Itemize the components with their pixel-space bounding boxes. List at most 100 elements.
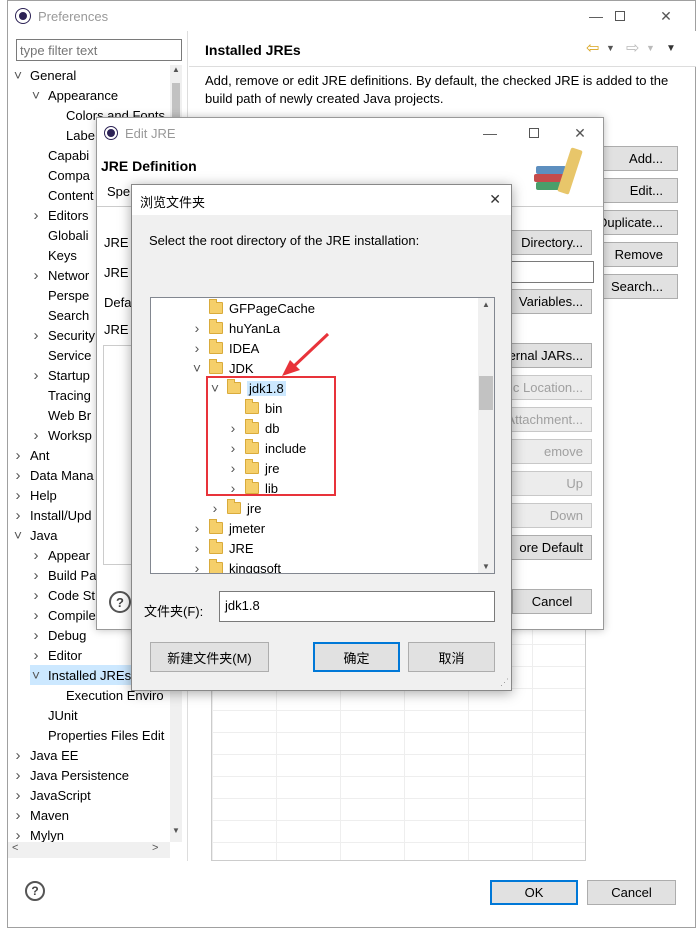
pref-tree-item[interactable]: › Build Pa [30, 565, 97, 585]
folder-tree-item[interactable]: › jre [209, 498, 261, 518]
scroll-up-icon[interactable]: ▲ [478, 300, 494, 309]
pref-tree-item[interactable]: › Ant [12, 445, 50, 465]
pref-tree-item[interactable]: ˅ Appearance [30, 85, 118, 105]
back-menu-icon[interactable]: ▼ [606, 43, 615, 53]
pref-tree-item[interactable]: Service [30, 345, 91, 365]
chevron-right-icon[interactable]: › [30, 367, 42, 384]
pref-tree-item[interactable]: › Maven [12, 805, 70, 825]
pref-tree-item[interactable]: › Code St [30, 585, 95, 605]
chevron-right-icon[interactable]: › [12, 467, 24, 484]
pref-tree-item[interactable]: › Help [12, 485, 57, 505]
chevron-down-icon[interactable]: ˅ [12, 527, 24, 543]
chevron-down-icon[interactable]: ˅ [30, 87, 42, 103]
pref-tree-item[interactable]: ˅ Installed JREs [30, 665, 136, 685]
pref-tree-item[interactable]: Web Br [30, 405, 91, 425]
back-arrow-icon[interactable]: ⇦ [586, 38, 599, 58]
tree-hscrollbar[interactable]: < > [8, 842, 170, 858]
maximize-icon[interactable] [597, 1, 643, 31]
browse-ok-button[interactable]: 确定 [313, 642, 400, 672]
chevron-right-icon[interactable]: › [191, 320, 203, 336]
pref-tree-item[interactable]: › Security [30, 325, 95, 345]
folder-tree-item[interactable]: › IDEA [191, 338, 259, 358]
chevron-right-icon[interactable]: › [30, 427, 42, 444]
chevron-right-icon[interactable]: › [191, 520, 203, 536]
pref-tree-item[interactable]: › Editors [30, 205, 89, 225]
chevron-right-icon[interactable]: › [30, 327, 42, 344]
scroll-thumb[interactable] [479, 376, 493, 410]
pref-tree-item[interactable]: JUnit [30, 705, 78, 725]
chevron-right-icon[interactable]: › [30, 647, 42, 664]
pref-tree-item[interactable]: Labe [48, 125, 95, 145]
pref-tree-item[interactable]: › Appear [30, 545, 90, 565]
browse-cancel-button[interactable]: 取消 [408, 642, 495, 672]
forward-menu-icon[interactable]: ▼ [646, 43, 655, 53]
folder-tree-item[interactable]: GFPageCache [191, 298, 315, 318]
chevron-right-icon[interactable]: › [30, 567, 42, 584]
scroll-down-icon[interactable]: ▼ [478, 562, 494, 571]
pref-tree-item[interactable]: ˅ Java [12, 525, 58, 545]
folder-tree-item[interactable]: › JRE [191, 538, 254, 558]
pref-tree-item[interactable]: › Worksp [30, 425, 92, 445]
pref-tree-item[interactable]: Capabi [30, 145, 89, 165]
chevron-right-icon[interactable]: › [30, 587, 42, 604]
pref-tree-item[interactable]: ˅ General [12, 65, 76, 85]
pref-tree-item[interactable]: › Editor [30, 645, 82, 665]
new-folder-button[interactable]: 新建文件夹(M) [150, 642, 269, 672]
chevron-down-icon[interactable]: ˅ [12, 67, 24, 83]
pref-tree-item[interactable]: Keys [30, 245, 77, 265]
minimize-icon[interactable]: — [467, 118, 513, 148]
chevron-right-icon[interactable]: › [12, 807, 24, 824]
chevron-right-icon[interactable]: › [12, 827, 24, 844]
help-icon[interactable]: ? [109, 591, 131, 613]
folder-tree-item[interactable]: › jmeter [191, 518, 265, 538]
pref-tree-item[interactable]: › Install/Upd [12, 505, 92, 525]
cancel-button[interactable]: Cancel [587, 880, 676, 905]
chevron-right-icon[interactable]: › [30, 267, 42, 284]
pref-tree-item[interactable]: Globali [30, 225, 88, 245]
chevron-right-icon[interactable]: › [30, 207, 42, 224]
chevron-right-icon[interactable]: › [12, 767, 24, 784]
ok-button[interactable]: OK [490, 880, 578, 905]
edit-jre-cancel-button[interactable]: Cancel [512, 589, 592, 614]
chevron-right-icon[interactable]: › [12, 747, 24, 764]
chevron-right-icon[interactable]: › [209, 500, 221, 516]
pref-tree-item[interactable]: Compa [30, 165, 90, 185]
pref-tree-item[interactable]: Search [30, 305, 89, 325]
pref-tree-item[interactable]: Properties Files Edit [30, 725, 164, 745]
chevron-right-icon[interactable]: › [30, 607, 42, 624]
chevron-down-icon[interactable]: ˅ [191, 360, 203, 376]
scroll-up-icon[interactable]: ▲ [170, 65, 182, 81]
folder-tree-item[interactable]: › huYanLa [191, 318, 280, 338]
pref-tree-item[interactable]: › Debug [30, 625, 87, 645]
help-icon[interactable]: ? [25, 881, 45, 901]
pref-tree-item[interactable]: Perspe [30, 285, 89, 305]
close-icon[interactable]: ✕ [643, 1, 689, 31]
resize-grip-icon[interactable]: ⋰ [500, 677, 509, 688]
folder-tree-item[interactable]: ˅ JDK [191, 358, 254, 378]
chevron-right-icon[interactable]: › [12, 487, 24, 504]
pref-tree-item[interactable]: › Startup [30, 365, 90, 385]
close-icon[interactable]: ✕ [489, 191, 501, 208]
folder-tree-scrollbar[interactable]: ▲ ▼ [478, 298, 494, 573]
scroll-down-icon[interactable]: ▼ [170, 826, 182, 842]
chevron-right-icon[interactable]: › [12, 507, 24, 524]
pref-tree-item[interactable]: › Networ [30, 265, 90, 285]
pref-tree-item[interactable]: › Compile [30, 605, 96, 625]
pref-tree-item[interactable]: Tracing [30, 385, 91, 405]
pref-tree-item[interactable]: › Data Mana [12, 465, 94, 485]
filter-input[interactable] [16, 39, 182, 61]
view-menu-icon[interactable]: ▼ [666, 43, 676, 54]
forward-arrow-icon[interactable]: ⇨ [626, 38, 639, 58]
name-field[interactable] [511, 261, 594, 283]
chevron-right-icon[interactable]: › [12, 787, 24, 804]
pref-tree-item[interactable]: › JavaScript [12, 785, 91, 805]
chevron-right-icon[interactable]: › [191, 340, 203, 356]
chevron-down-icon[interactable]: ˅ [30, 667, 42, 683]
folder-tree-item[interactable]: › kingqsoft [191, 558, 281, 573]
chevron-right-icon[interactable]: › [191, 560, 203, 573]
pref-tree-item[interactable]: › Java Persistence [12, 765, 130, 785]
chevron-right-icon[interactable]: › [30, 547, 42, 564]
chevron-right-icon[interactable]: › [12, 447, 24, 464]
pref-tree-item[interactable]: › Java EE [12, 745, 79, 765]
folder-input[interactable]: jdk1.8 [219, 591, 495, 622]
